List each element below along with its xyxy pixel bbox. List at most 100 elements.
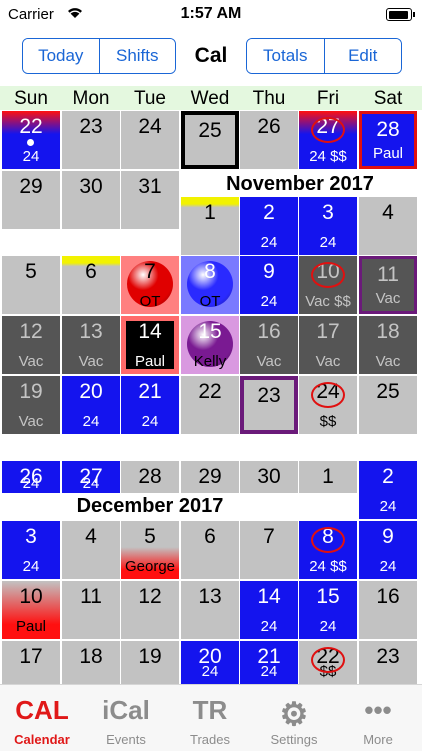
tab-calendar[interactable]: CAL Calendar [0,685,84,751]
day-cell[interactable]: 30 [62,171,120,229]
day-number: 14 [257,585,281,608]
payday-ring-icon [311,117,345,143]
day-cell[interactable]: 26 [240,111,298,169]
day-cell[interactable]: 24 $$ [299,376,357,434]
day-cell[interactable]: 27 24 [62,461,120,493]
day-cell[interactable]: 24 [121,111,179,169]
day-cell[interactable]: 16 Vac [240,316,298,374]
day-cell[interactable]: 21 24 [121,376,179,434]
payday-ring-icon [311,527,345,553]
day-cell[interactable]: 22 $$ [299,641,357,684]
day-cell[interactable]: 22 [181,376,239,434]
day-cell[interactable]: 21 24 [240,641,298,684]
day-cell[interactable]: 27 24 $$ [299,111,357,169]
day-cell[interactable]: 29 [181,461,239,493]
tab-label: Settings [270,732,318,747]
day-cell[interactable]: 5 [2,256,60,314]
day-cell[interactable]: 31 [121,171,179,229]
day-number: 28 [138,465,162,488]
day-cell[interactable]: 5 George [121,521,179,579]
shift-label: OT [199,293,221,310]
weekday-label: Sun [14,88,48,109]
day-cell[interactable]: 28 [121,461,179,493]
day-cell[interactable]: 20 24 [62,376,120,434]
day-cell[interactable]: 11 Vac [359,256,417,314]
weekday-label: Wed [190,88,230,109]
day-number: 20 [79,380,103,403]
day-cell[interactable]: 6 [62,256,120,314]
day-cell[interactable]: 23 [62,111,120,169]
day-cell[interactable]: 1 [181,197,239,255]
day-cell[interactable]: 4 [62,521,120,579]
day-cell[interactable]: 25 [181,111,239,169]
day-cell[interactable]: 10 Vac $$ [299,256,357,314]
day-cell[interactable]: 6 [181,521,239,579]
shift-label: 24 [82,413,100,430]
day-cell[interactable]: 23 [240,376,298,434]
day-number: 4 [382,201,394,224]
day-cell[interactable]: 26 24 [2,461,60,493]
day-cell[interactable]: 3 24 [2,521,60,579]
shift-label: Vac [18,413,44,430]
day-cell[interactable]: 12 [121,581,179,639]
day-cell[interactable]: 29 [2,171,60,229]
day-cell[interactable]: 15 Kelly [181,316,239,374]
day-cell[interactable]: 7 OT [121,256,179,314]
day-cell[interactable]: 8 24 $$ [299,521,357,579]
day-cell[interactable]: 9 24 [240,256,298,314]
payday-ring-icon [311,262,345,288]
tab-settings[interactable]: ⚙ Settings [252,685,336,751]
day-cell[interactable]: 20 24 [181,641,239,684]
shift-label: 24 [201,663,219,680]
day-number: 13 [79,320,103,343]
shift-label: 24 [22,148,40,165]
day-number: 21 [138,380,162,403]
day-cell[interactable]: 15 24 [299,581,357,639]
day-cell[interactable]: 3 24 [299,197,357,255]
shifts-button[interactable]: Shifts [98,39,175,73]
day-cell[interactable]: 8 OT [181,256,239,314]
day-cell[interactable]: 9 24 [359,521,417,579]
day-cell[interactable]: 1 [299,461,357,493]
totals-button[interactable]: Totals [247,39,324,73]
day-cell[interactable]: 14 24 [240,581,298,639]
day-cell[interactable]: 4 [359,197,417,255]
day-cell[interactable]: 11 [62,581,120,639]
day-cell[interactable]: 12 Vac [2,316,60,374]
tab-trades[interactable]: TR Trades [168,685,252,751]
day-cell[interactable]: 17 Vac [299,316,357,374]
tab-events[interactable]: iCal Events [84,685,168,751]
day-cell[interactable]: 13 Vac [62,316,120,374]
day-cell[interactable]: 19 Vac [2,376,60,434]
day-cell[interactable]: 25 [359,376,417,434]
edit-button[interactable]: Edit [323,39,401,73]
day-cell[interactable]: 2 24 [240,197,298,255]
shift-label: Vac [256,353,282,370]
day-cell[interactable]: 22 24 [2,111,60,169]
day-cell[interactable]: 2 24 [359,461,417,519]
day-cell[interactable]: 18 Vac [359,316,417,374]
day-cell[interactable]: 28 Paul [359,111,417,169]
day-number: 12 [138,585,162,608]
day-number: 18 [376,320,400,343]
day-number: 23 [376,645,400,668]
day-cell[interactable]: 23 [359,641,417,684]
day-cell[interactable]: 18 [62,641,120,684]
shift-label: 24 [379,558,397,575]
day-cell[interactable]: 14 Paul [121,316,179,374]
day-number: 4 [85,525,97,548]
day-number: 5 [25,260,37,283]
tab-more[interactable]: ••• More [336,685,420,751]
today-button[interactable]: Today [23,39,99,73]
day-cell[interactable]: 13 [181,581,239,639]
day-cell[interactable]: 7 [240,521,298,579]
page-title: Cal [194,44,228,67]
day-cell[interactable]: 10 Paul [2,581,60,639]
day-cell[interactable]: 30 [240,461,298,493]
day-number: 8 [204,260,216,283]
day-cell[interactable]: 16 [359,581,417,639]
day-number: 6 [204,525,216,548]
day-cell[interactable]: 19 [121,641,179,684]
day-number: 10 [19,585,43,608]
day-cell[interactable]: 17 [2,641,60,684]
